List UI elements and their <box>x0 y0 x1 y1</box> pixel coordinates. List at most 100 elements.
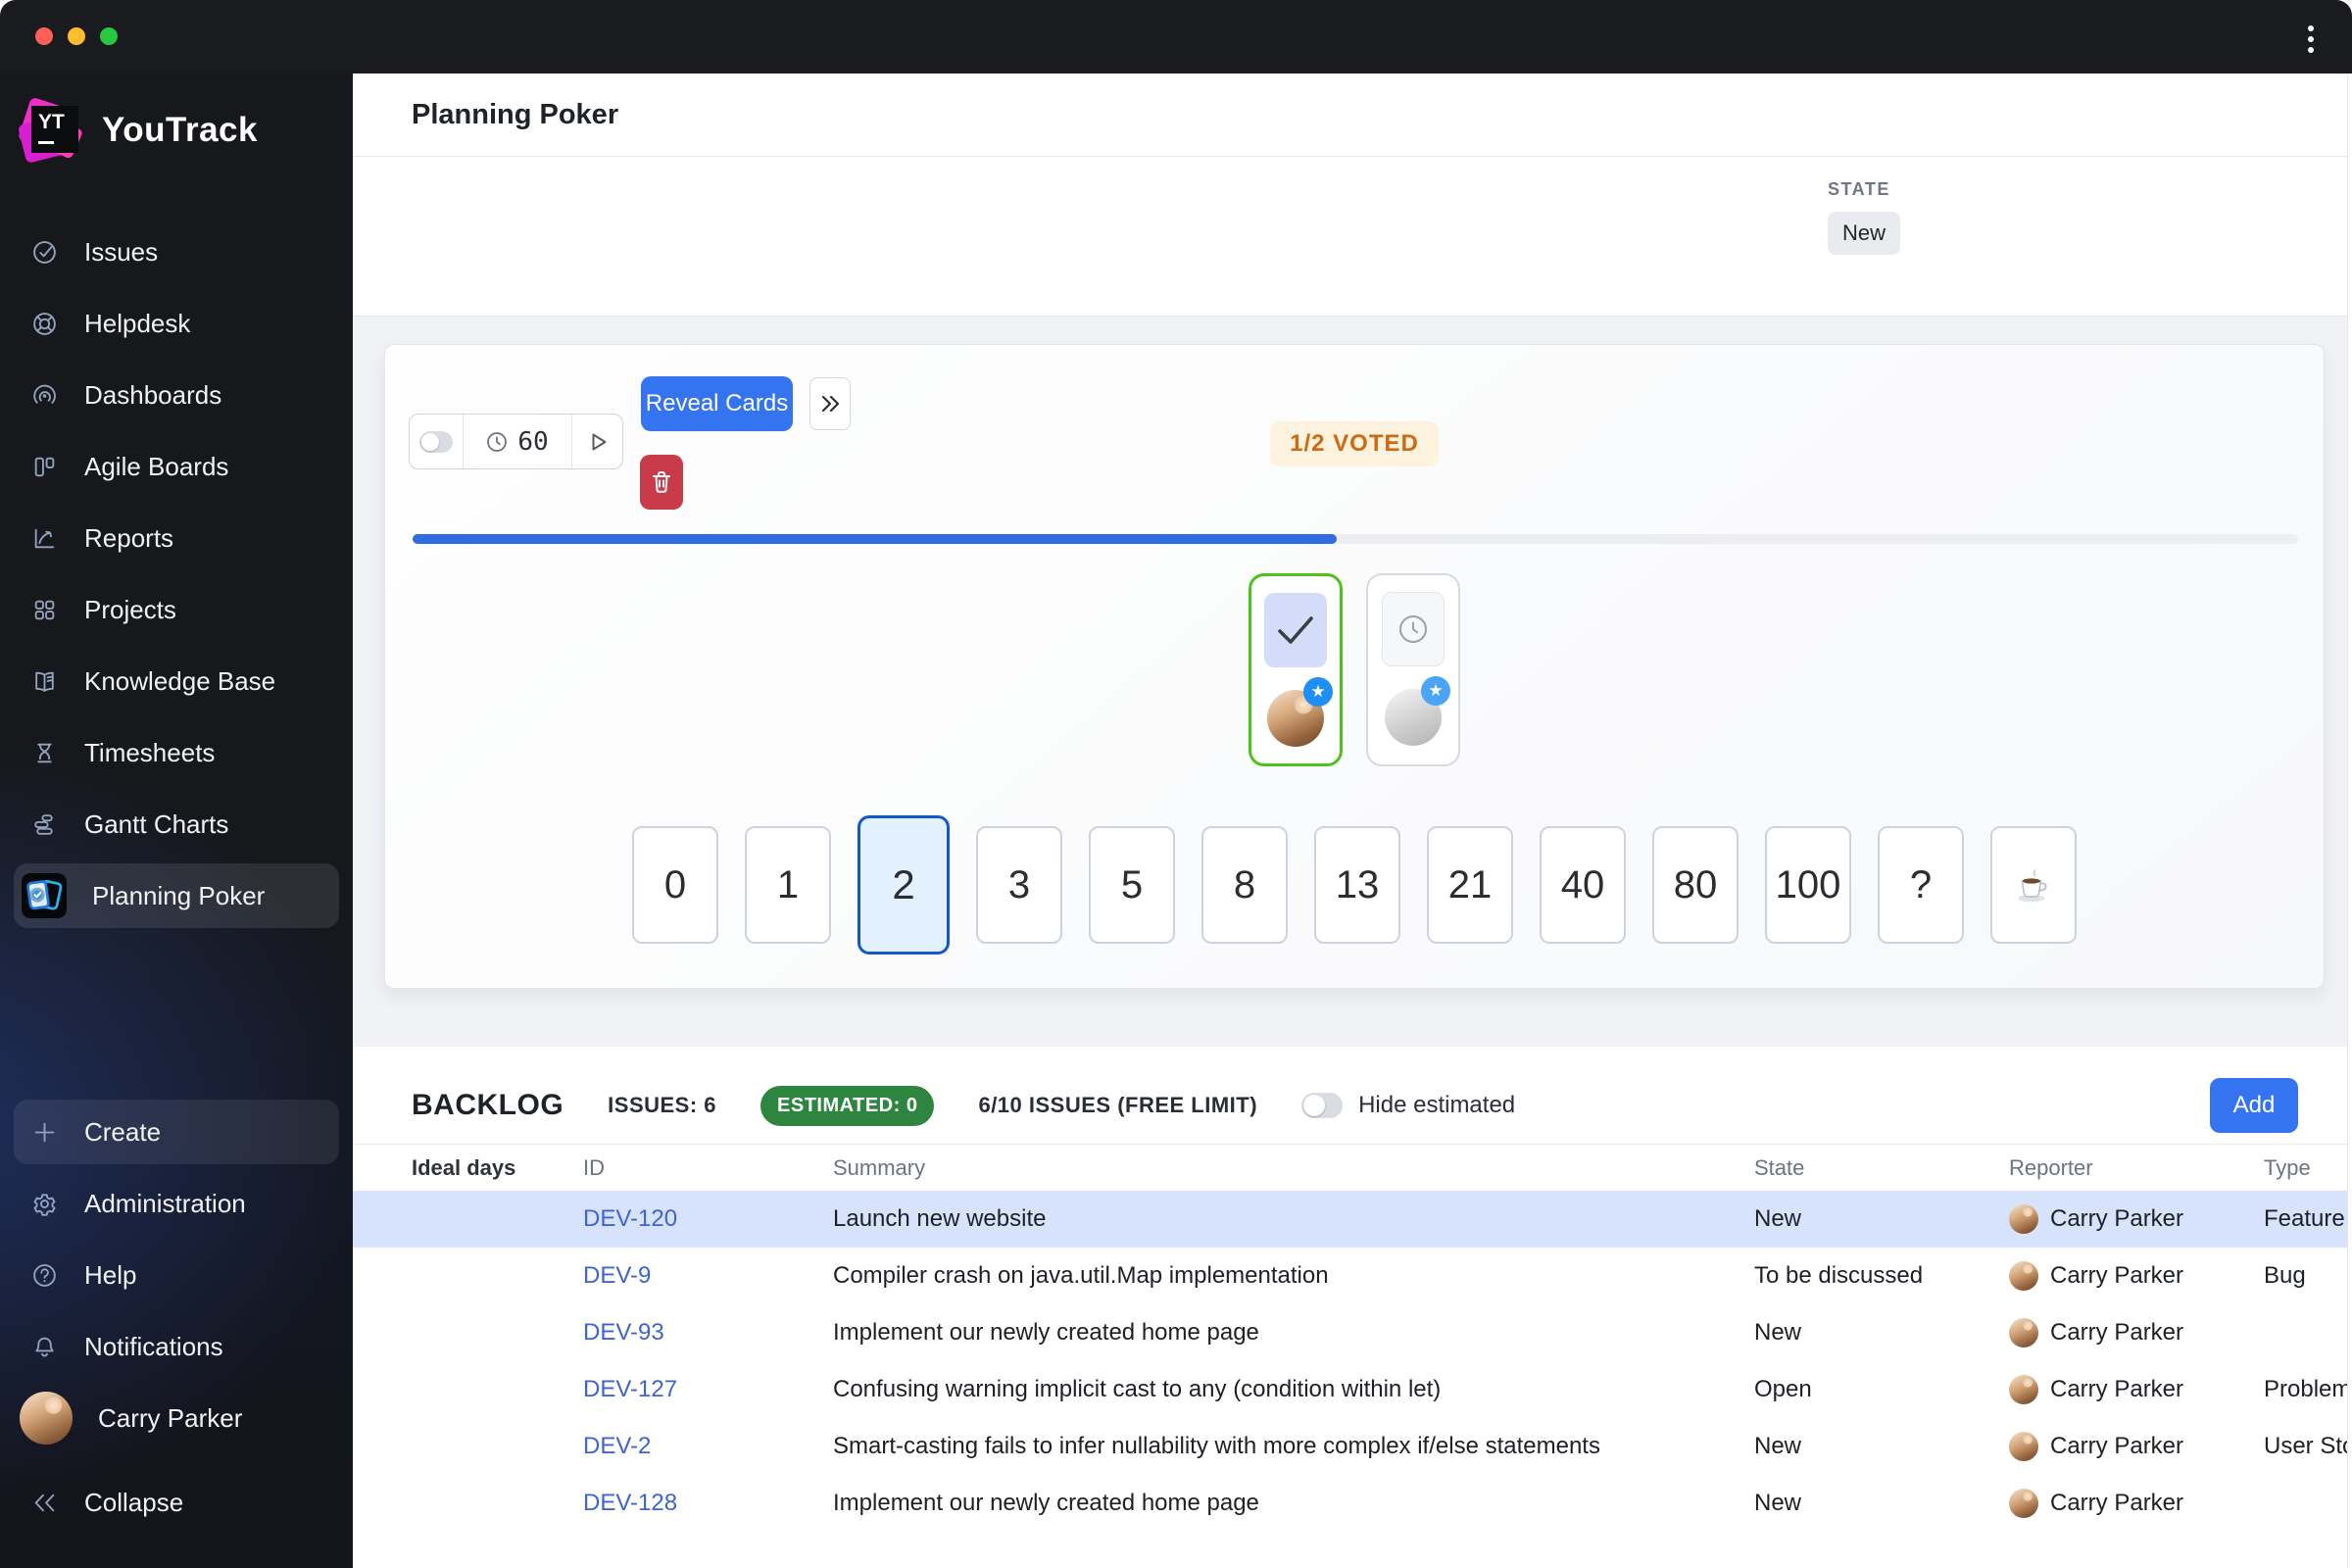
voted-count-badge: 1/2 VOTED <box>1270 421 1439 466</box>
logo-text: YouTrack <box>102 111 258 149</box>
add-issue-button[interactable]: Add <box>2210 1078 2298 1133</box>
plus-icon <box>29 1117 59 1147</box>
poker-card-3[interactable]: 3 <box>976 826 1062 944</box>
toggle-switch-icon <box>419 430 453 453</box>
sidebar-item-gantt-charts[interactable]: Gantt Charts <box>14 792 339 857</box>
estimated-badge: ESTIMATED: 0 <box>760 1085 935 1126</box>
state-value-badge[interactable]: New <box>1828 212 1901 255</box>
hide-estimated-toggle[interactable]: Hide estimated <box>1301 1092 1515 1119</box>
backlog-table: DEV-120 Launch new website New Carry Par… <box>353 1191 2352 1532</box>
reporter-avatar <box>2009 1318 2038 1348</box>
skip-button[interactable] <box>809 377 851 430</box>
poker-card-21[interactable]: 21 <box>1427 826 1513 944</box>
poker-card-coffee[interactable] <box>1990 826 2077 944</box>
window-controls <box>35 27 118 45</box>
kebab-menu-icon[interactable] <box>2299 20 2323 59</box>
poker-card-5[interactable]: 5 <box>1089 826 1175 944</box>
poker-card-100[interactable]: 100 <box>1765 826 1851 944</box>
poker-card-2-selected[interactable]: 2 <box>858 815 950 955</box>
table-header: Ideal days ID Summary State Reporter Typ… <box>353 1144 2352 1191</box>
sidebar-item-reports[interactable]: Reports <box>14 506 339 570</box>
table-row[interactable]: DEV-2 Smart-casting fails to infer nulla… <box>353 1418 2352 1475</box>
delete-session-button[interactable] <box>640 455 683 510</box>
reveal-cards-button[interactable]: Reveal Cards <box>641 376 793 431</box>
gantt-charts-icon <box>29 809 59 839</box>
issue-id-link[interactable]: DEV-120 <box>583 1205 833 1233</box>
sidebar-item-notifications[interactable]: Notifications <box>14 1314 339 1379</box>
column-reporter[interactable]: Reporter <box>2009 1155 2264 1181</box>
table-row[interactable]: DEV-93 Implement our newly created home … <box>353 1304 2352 1361</box>
create-button[interactable]: Create <box>14 1100 339 1164</box>
user-avatar <box>20 1392 73 1445</box>
projects-icon <box>29 595 59 624</box>
timer-toggle[interactable] <box>410 415 463 468</box>
close-button[interactable] <box>35 27 53 45</box>
vote-status-box <box>1264 593 1327 667</box>
table-row[interactable]: DEV-120 Launch new website New Carry Par… <box>353 1191 2352 1248</box>
dashboards-icon <box>29 380 59 410</box>
column-type[interactable]: Type <box>2264 1155 2352 1181</box>
double-chevron-right-icon <box>821 395 840 413</box>
poker-panel: 60 Reveal Cards 1/2 VOTED ★ ★ 0 1 2 3 5 … <box>384 344 2325 989</box>
poker-card-13[interactable]: 13 <box>1314 826 1400 944</box>
scrollbar-track[interactable] <box>2347 74 2352 1568</box>
youtrack-window: YT YouTrack Issues Helpdesk Dashboards A… <box>0 0 2352 1568</box>
sidebar-nav: Issues Helpdesk Dashboards Agile Boards <box>0 220 353 935</box>
reporter-avatar <box>2009 1261 2038 1291</box>
poker-card-80[interactable]: 80 <box>1652 826 1739 944</box>
table-row[interactable]: DEV-9 Compiler crash on java.util.Map im… <box>353 1248 2352 1304</box>
poker-card-0[interactable]: 0 <box>632 826 718 944</box>
reporter-avatar <box>2009 1489 2038 1518</box>
poker-card-question[interactable]: ? <box>1878 826 1964 944</box>
sidebar-item-help[interactable]: Help <box>14 1243 339 1307</box>
minimize-button[interactable] <box>68 27 85 45</box>
issue-id-link[interactable]: DEV-128 <box>583 1490 833 1517</box>
sidebar-item-helpdesk[interactable]: Helpdesk <box>14 291 339 356</box>
sidebar-item-issues[interactable]: Issues <box>14 220 339 284</box>
collapse-button[interactable]: Collapse <box>14 1470 339 1535</box>
poker-card-8[interactable]: 8 <box>1201 826 1288 944</box>
column-state[interactable]: State <box>1754 1155 2009 1181</box>
question-circle-icon <box>29 1260 59 1290</box>
sidebar-item-knowledge-base[interactable]: Knowledge Base <box>14 649 339 713</box>
free-limit-label: 6/10 ISSUES (FREE LIMIT) <box>978 1093 1258 1117</box>
timer-play-button[interactable] <box>572 415 622 468</box>
timer-duration[interactable]: 60 <box>464 415 571 468</box>
sidebar-item-agile-boards[interactable]: Agile Boards <box>14 434 339 499</box>
sidebar-item-dashboards[interactable]: Dashboards <box>14 363 339 427</box>
issue-id-link[interactable]: DEV-9 <box>583 1262 833 1290</box>
card-deck: 0 1 2 3 5 8 13 21 40 80 100 ? <box>385 815 2324 955</box>
maximize-button[interactable] <box>100 27 118 45</box>
youtrack-logo: YT YouTrack <box>17 96 258 164</box>
timer-value: 60 <box>517 426 549 457</box>
table-row[interactable]: DEV-128 Implement our newly created home… <box>353 1475 2352 1532</box>
column-ideal-days[interactable]: Ideal days <box>412 1155 583 1181</box>
sidebar-item-projects[interactable]: Projects <box>14 577 339 642</box>
youtrack-logo-icon: YT <box>17 96 84 164</box>
issues-icon <box>29 237 59 267</box>
column-summary[interactable]: Summary <box>833 1155 1754 1181</box>
vote-status-box <box>1382 592 1445 666</box>
user-name: Carry Parker <box>98 1402 243 1433</box>
column-id[interactable]: ID <box>583 1155 833 1181</box>
main-content: Planning Poker STATE New 60 Reveal Cards… <box>353 74 2352 1568</box>
player-avatar: ★ <box>1267 677 1333 747</box>
planning-poker-app-icon <box>22 873 67 918</box>
sidebar-item-administration[interactable]: Administration <box>14 1171 339 1236</box>
issue-id-link[interactable]: DEV-93 <box>583 1319 833 1347</box>
clock-icon <box>1399 615 1427 643</box>
issue-id-link[interactable]: DEV-2 <box>583 1433 833 1460</box>
poker-session-area: 60 Reveal Cards 1/2 VOTED ★ ★ 0 1 2 3 5 … <box>353 316 2352 1047</box>
sidebar-user[interactable]: Carry Parker <box>14 1386 339 1450</box>
window-titlebar <box>0 0 2352 74</box>
collapse-icon <box>29 1488 59 1517</box>
sidebar-bottom: Create Administration Help Notifications… <box>0 1100 353 1542</box>
issue-id-link[interactable]: DEV-127 <box>583 1376 833 1403</box>
table-row[interactable]: DEV-127 Confusing warning implicit cast … <box>353 1361 2352 1418</box>
sidebar-item-timesheets[interactable]: Timesheets <box>14 720 339 785</box>
poker-card-40[interactable]: 40 <box>1540 826 1626 944</box>
page-title: Planning Poker <box>412 98 619 130</box>
sidebar-item-planning-poker[interactable]: Planning Poker <box>14 863 339 928</box>
trash-icon <box>653 471 670 493</box>
poker-card-1[interactable]: 1 <box>745 826 831 944</box>
